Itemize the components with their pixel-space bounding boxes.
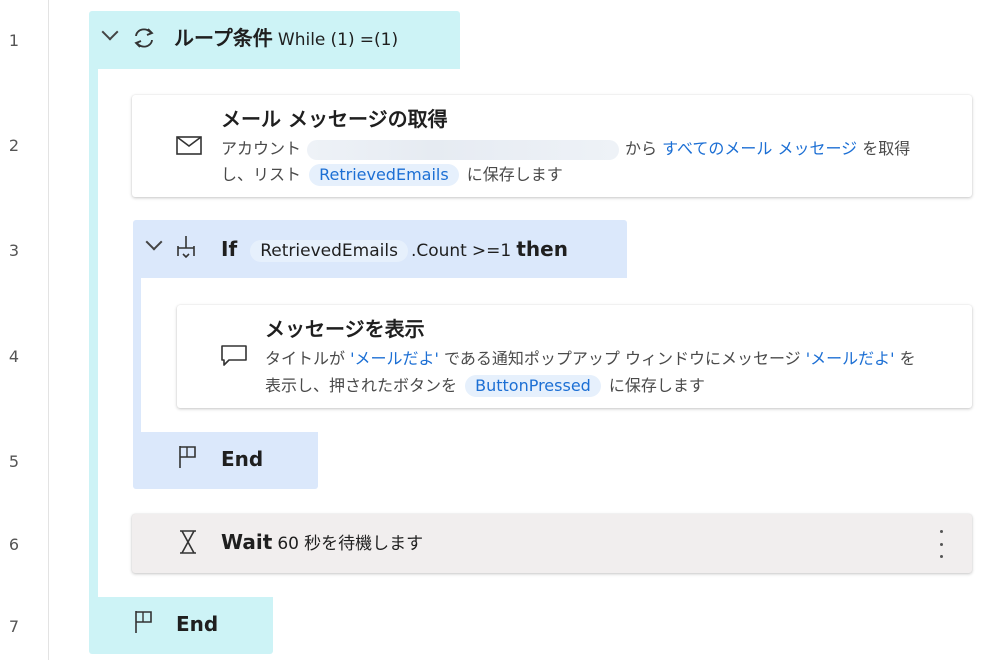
get-mail-description-line2: し、リスト RetrievedEmails に保存します	[221, 163, 563, 187]
line-number: 3	[8, 241, 20, 260]
show-message-line2-suffix: に保存します	[608, 376, 705, 395]
loop-end-label: End	[176, 612, 219, 636]
loop-header-text: ループ条件 While (1) = (1)	[174, 25, 398, 53]
get-mail-target: すべてのメール メッセージ	[662, 139, 858, 158]
if-property: .Count	[410, 241, 467, 261]
line-number: 4	[8, 347, 20, 366]
if-header-text: If RetrievedEmails .Count >=1 then	[221, 236, 568, 264]
show-message-title: メッセージを表示	[265, 317, 425, 341]
if-variable-pill[interactable]: RetrievedEmails	[250, 240, 408, 262]
loop-icon	[134, 28, 154, 48]
message-body-value: 'メールだよ'	[805, 349, 895, 368]
show-message-description-line1: タイトルが 'メールだよ' である通知ポップアップ ウィンドウにメッセージ 'メ…	[265, 347, 916, 371]
if-end-flag-icon	[179, 446, 196, 468]
line-number: 6	[8, 535, 20, 554]
loop-title: ループ条件	[174, 26, 273, 50]
get-mail-line2-prefix: し、リスト	[221, 165, 302, 184]
loop-end-flag-icon	[135, 611, 152, 633]
if-body-bar	[133, 278, 141, 432]
if-end-label: End	[221, 447, 264, 471]
loop-body-bar	[89, 69, 98, 597]
get-mail-title: メール メッセージの取得	[221, 107, 448, 131]
if-operator: >=	[471, 241, 501, 261]
message-title-value: 'メールだよ'	[350, 349, 439, 368]
show-message-line1-mid: である通知ポップアップ ウィンドウにメッセージ	[444, 349, 801, 368]
get-mail-prefix: アカウント	[221, 139, 302, 158]
get-mail-description-line1: アカウント から すべてのメール メッセージ を取得	[221, 137, 910, 161]
retrieved-emails-variable-pill[interactable]: RetrievedEmails	[309, 164, 459, 186]
loop-left-operand: (1)	[330, 30, 355, 50]
line-number: 1	[8, 31, 20, 50]
button-pressed-variable-pill[interactable]: ButtonPressed	[465, 375, 601, 397]
line-number: 2	[8, 136, 20, 155]
show-message-description-line2: 表示し、押されたボタンを ButtonPressed に保存します	[265, 374, 705, 398]
if-keyword: If	[221, 237, 238, 261]
if-then-keyword: then	[516, 237, 568, 261]
line-number: 5	[8, 452, 20, 471]
more-options-icon[interactable]	[932, 528, 950, 560]
wait-label: Wait	[221, 530, 273, 554]
get-mail-suffix: を取得	[862, 139, 911, 158]
loop-right-operand: (1)	[374, 30, 399, 50]
if-value: 1	[500, 241, 512, 261]
loop-operator: =	[359, 30, 374, 50]
line-number-gutter: 1 2 3 4 5 6 7	[0, 0, 49, 660]
show-message-line2-prefix: 表示し、押されたボタンを	[265, 376, 458, 395]
wait-text: Wait 60 秒を待機します	[221, 529, 423, 557]
redacted-account-field	[307, 139, 620, 160]
get-mail-from: から	[625, 139, 658, 158]
show-message-line1-prefix: タイトルが	[265, 349, 346, 368]
wait-seconds: 60	[277, 534, 299, 554]
hourglass-icon	[180, 530, 196, 554]
get-mail-line2-suffix: に保存します	[466, 165, 563, 184]
mail-envelope-icon	[176, 136, 202, 155]
line-number: 7	[8, 617, 20, 636]
wait-suffix: 秒を待機します	[304, 534, 424, 554]
message-bubble-icon	[221, 345, 247, 366]
loop-keyword: While	[277, 30, 326, 50]
show-message-line1-suffix: を	[899, 349, 916, 368]
if-branch-icon	[177, 236, 195, 259]
